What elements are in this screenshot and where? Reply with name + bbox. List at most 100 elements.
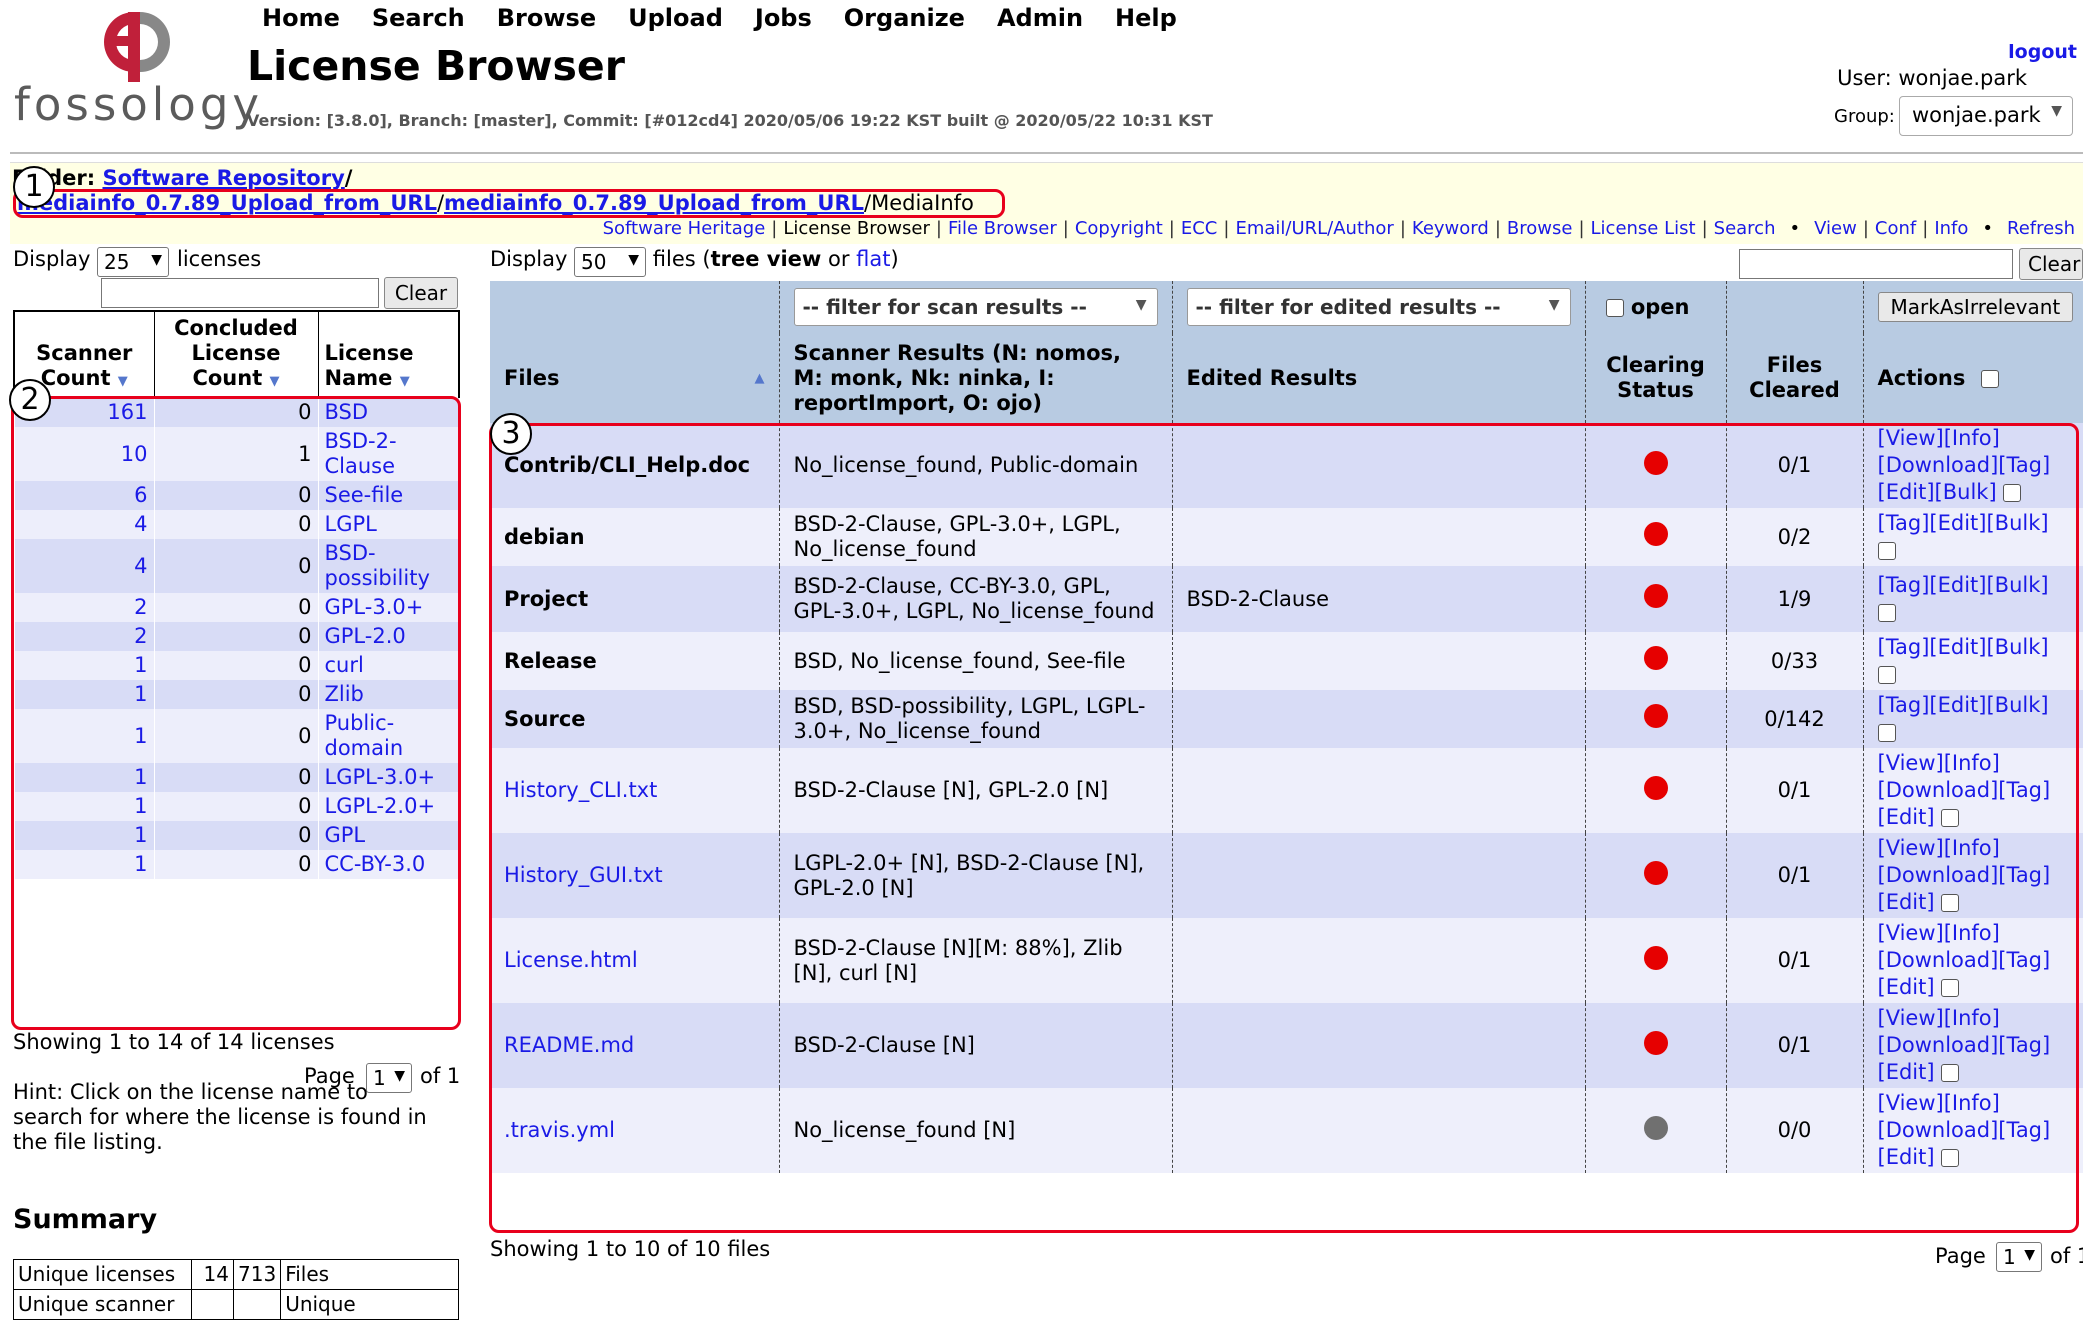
annotation-mark-2: 2	[9, 379, 51, 421]
menu-item-organize[interactable]: Organize	[844, 4, 965, 32]
files-display-label: Display	[490, 247, 568, 271]
license-display-label: Display	[13, 247, 91, 271]
files-page-label: Page	[1935, 1244, 1986, 1268]
user-info: User: wonjae.park	[1837, 66, 2027, 90]
summary-cell	[232, 1289, 282, 1320]
chevron-down-icon: ▼	[1548, 297, 1560, 313]
files-showing-info: Showing 1 to 10 of 10 files	[490, 1237, 771, 1261]
annotation-mark-1: 1	[13, 166, 55, 208]
summary-cell: 14	[191, 1259, 234, 1290]
tool-link-separator: •	[1982, 218, 1994, 239]
filter-row: -- filter for scan results -- ▼ -- filte…	[490, 281, 2083, 333]
summary-cell	[191, 1289, 234, 1320]
files-page-select[interactable]: 1 ▼	[1996, 1242, 2042, 1272]
column-concluded-count[interactable]: Concluded License Count ▼	[153, 310, 318, 398]
filter-edit-label: -- filter for edited results --	[1195, 295, 1501, 319]
tree-view-label: tree view	[710, 247, 822, 271]
tool-link-separator: |	[1578, 218, 1585, 239]
column-scanner-results[interactable]: Scanner Results (N: nomos, M: monk, Nk: …	[779, 333, 1173, 423]
license-display-suffix: licenses	[177, 247, 262, 271]
filter-cell-scan: -- filter for scan results -- ▼	[779, 281, 1173, 333]
tool-link-separator: |	[1862, 218, 1869, 239]
tool-link-software-heritage[interactable]: Software Heritage	[603, 218, 766, 239]
summary-title: Summary	[13, 1204, 158, 1235]
filter-scan-label: -- filter for scan results --	[802, 295, 1087, 319]
files-display-line: Display files (tree view or flat)	[490, 247, 899, 271]
files-page-of: of 1	[2050, 1244, 2083, 1268]
files-page-value: 1	[2003, 1245, 2016, 1269]
logout-link[interactable]: logout	[2008, 41, 2077, 63]
license-display-select[interactable]: 25 ▼	[97, 247, 169, 277]
tool-link-conf[interactable]: Conf	[1875, 218, 1916, 239]
license-clear-button[interactable]: Clear	[384, 277, 458, 309]
folder-breadcrumb-root: Folder: Software Repository/	[12, 166, 352, 190]
tool-link-file-browser[interactable]: File Browser	[948, 218, 1057, 239]
column-clearing-status[interactable]: Clearing Status	[1585, 333, 1727, 423]
column-actions: Actions	[1863, 333, 2083, 423]
tool-link-copyright[interactable]: Copyright	[1075, 218, 1163, 239]
menu-item-home[interactable]: Home	[262, 4, 340, 32]
tool-link-browse[interactable]: Browse	[1507, 218, 1573, 239]
tool-link-search[interactable]: Search	[1714, 218, 1776, 239]
filter-scan-select[interactable]: -- filter for scan results -- ▼	[793, 288, 1158, 326]
tool-link-info[interactable]: Info	[1934, 218, 1968, 239]
filter-edit-select[interactable]: -- filter for edited results -- ▼	[1186, 288, 1571, 326]
chevron-down-icon: ▼	[2051, 103, 2062, 119]
sort-down-icon: ▼	[117, 374, 128, 389]
select-all-checkbox[interactable]	[1980, 369, 1999, 388]
column-edited-results[interactable]: Edited Results	[1172, 333, 1586, 423]
license-search-input[interactable]	[101, 278, 379, 308]
tool-link-license-list[interactable]: License List	[1591, 218, 1696, 239]
tool-link-refresh[interactable]: Refresh	[2007, 218, 2075, 239]
breadcrumb-separator: /	[344, 166, 353, 190]
menu-item-search[interactable]: Search	[372, 4, 465, 32]
menu-item-upload[interactable]: Upload	[628, 4, 723, 32]
files-clear-button[interactable]: Clear	[2019, 248, 2083, 280]
group-label: Group:	[1834, 106, 1895, 127]
chevron-down-icon: ▼	[151, 252, 162, 268]
page-title: License Browser	[247, 42, 625, 90]
filter-cell-empty	[490, 281, 780, 333]
flat-view-link[interactable]: flat	[856, 247, 890, 271]
files-search-input[interactable]	[1739, 249, 2013, 279]
sort-up-icon: ▲	[754, 370, 765, 386]
tool-link-separator: |	[1922, 218, 1929, 239]
tool-link-separator: |	[1168, 218, 1175, 239]
filter-cell-mark: MarkAsIrrelevant	[1863, 281, 2083, 333]
files-display-select[interactable]: 50 ▼	[574, 247, 646, 277]
license-hint: Hint: Click on the license name to searc…	[13, 1080, 427, 1154]
menu-item-browse[interactable]: Browse	[497, 4, 596, 32]
tool-link-email-url-author[interactable]: Email/URL/Author	[1235, 218, 1393, 239]
tool-link-license-browser: License Browser	[783, 218, 930, 239]
logo-text: fossology	[14, 78, 264, 131]
annotation-mark-3: 3	[490, 413, 532, 455]
or-label: or	[821, 247, 857, 271]
group-select[interactable]: wonjae.park ▼	[1899, 96, 2073, 136]
tool-link-separator: |	[1223, 218, 1230, 239]
tool-link-ecc[interactable]: ECC	[1181, 218, 1218, 239]
column-files-label: Files	[504, 365, 560, 390]
tool-link-separator: |	[1062, 218, 1069, 239]
column-files-cleared[interactable]: Files Cleared	[1726, 333, 1864, 423]
summary-row: Unique scanner Unique	[13, 1289, 460, 1320]
annotation-box-breadcrumb	[13, 189, 1005, 218]
files-display-mid: files (	[652, 247, 711, 271]
main-menu: Home Search Browse Upload Jobs Organize Admin H…	[262, 4, 1177, 32]
column-files[interactable]: Files ▲	[490, 333, 780, 423]
open-checkbox[interactable]	[1605, 299, 1624, 317]
menu-item-help[interactable]: Help	[1115, 4, 1177, 32]
mark-irrelevant-button[interactable]: MarkAsIrrelevant	[1877, 292, 2074, 322]
menu-item-admin[interactable]: Admin	[997, 4, 1083, 32]
menu-item-jobs[interactable]: Jobs	[755, 4, 812, 32]
header-divider	[10, 152, 2083, 154]
breadcrumb-software-repository[interactable]: Software Repository	[102, 166, 344, 190]
tool-link-view[interactable]: View	[1814, 218, 1857, 239]
tool-link-keyword[interactable]: Keyword	[1412, 218, 1489, 239]
tool-link-separator: |	[1399, 218, 1406, 239]
summary-row: Unique licenses 14 713 Files	[13, 1259, 460, 1290]
chevron-down-icon: ▼	[628, 252, 639, 268]
sort-down-icon: ▼	[399, 374, 410, 389]
column-license-name[interactable]: License Name ▼	[317, 310, 460, 398]
chevron-down-icon: ▼	[2024, 1247, 2035, 1263]
license-showing-info: Showing 1 to 14 of 14 licenses	[13, 1030, 335, 1054]
